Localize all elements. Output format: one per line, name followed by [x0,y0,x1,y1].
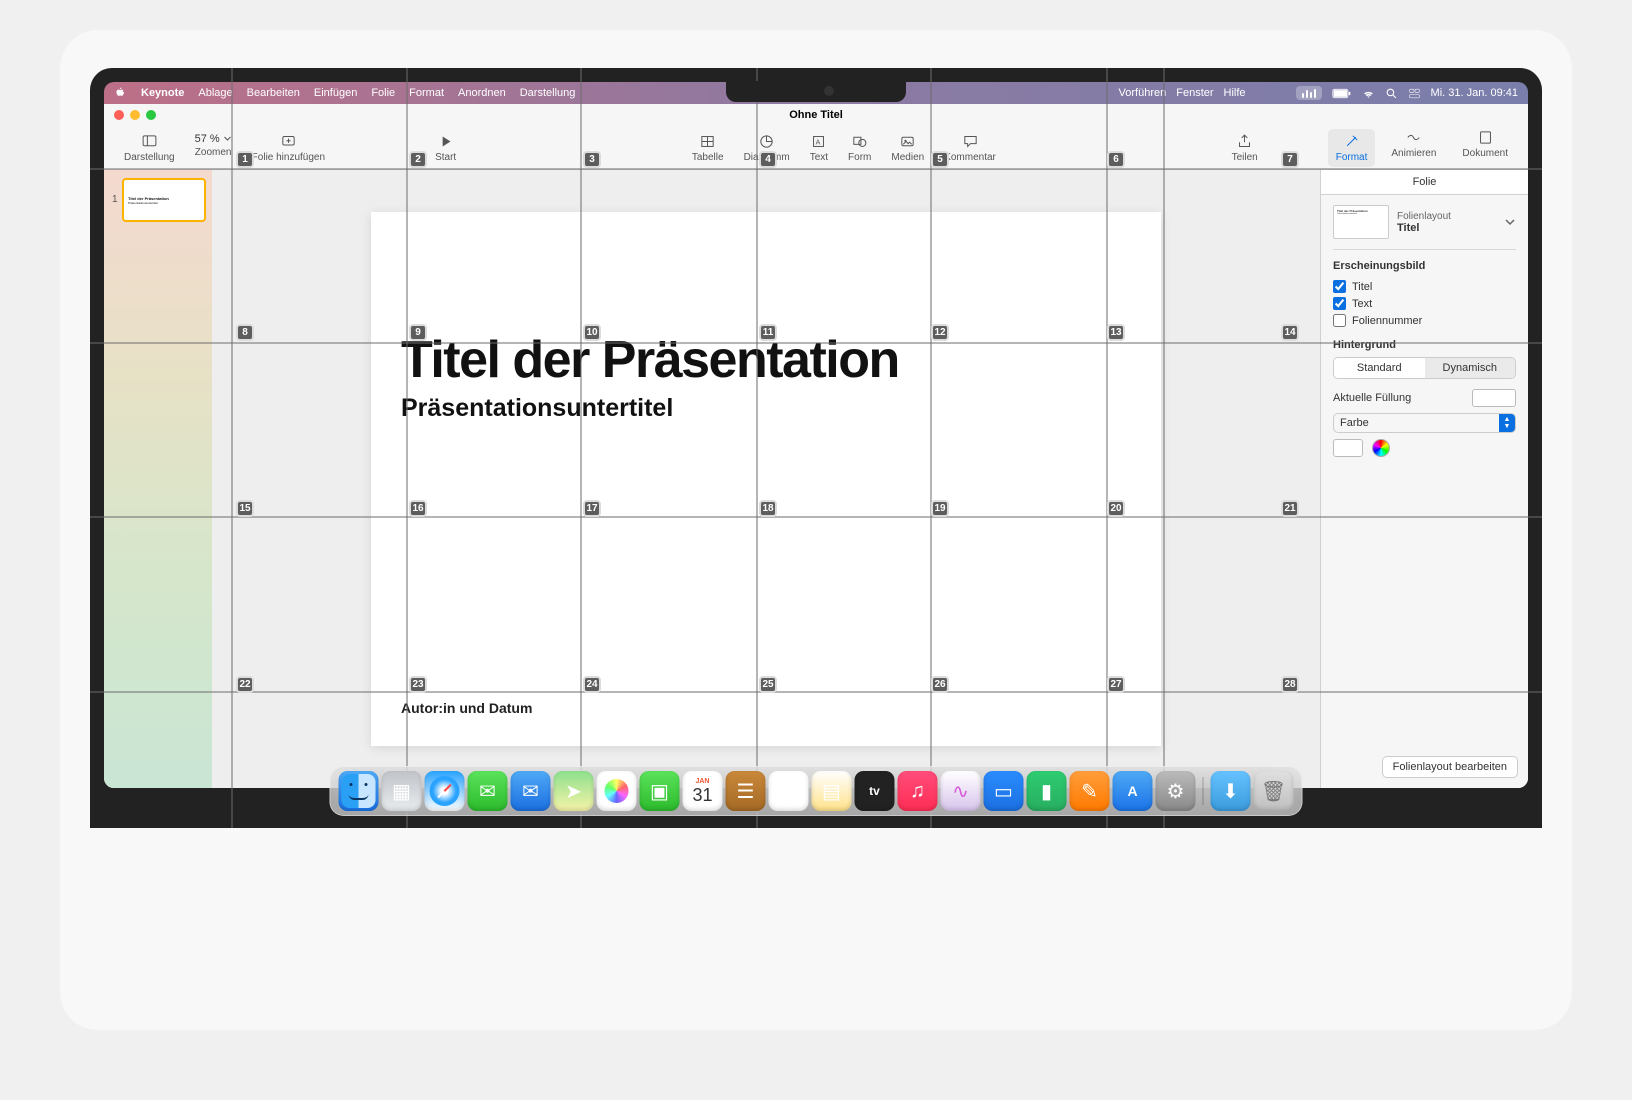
menubar-datetime[interactable]: Mi. 31. Jan. 09:41 [1431,87,1518,99]
dock-tv[interactable]: tv [855,771,895,811]
chevron-down-icon [1504,216,1516,228]
slide-subtitle[interactable]: Präsentationsuntertitel [401,394,1131,423]
dock-appstore[interactable]: A [1113,771,1153,811]
spotlight-icon[interactable] [1385,87,1398,100]
dock-freeform[interactable]: ∿ [941,771,981,811]
layout-label: Folienlayout [1397,211,1496,222]
document-tab[interactable]: Dokument [1452,129,1518,167]
dock-pages[interactable]: ✎ [1070,771,1110,811]
notch [726,81,906,102]
laptop-bezel: Keynote Ablage Bearbeiten Einfügen Folie… [90,68,1542,828]
dock-keynote[interactable]: ▭ [984,771,1024,811]
svg-text:A: A [816,138,821,146]
dock-music[interactable]: ♫ [898,771,938,811]
appearance-header: Erscheinungsbild [1333,260,1516,272]
dock-maps[interactable]: ➤ [554,771,594,811]
color-well[interactable] [1333,439,1363,457]
menubar-app-name[interactable]: Keynote [141,87,184,99]
now-playing-icon[interactable] [1296,86,1322,100]
layout-value: Titel [1397,222,1496,234]
checkbox-slidenumber[interactable]: Foliennummer [1333,312,1516,329]
background-segment[interactable]: Standard Dynamisch [1333,357,1516,379]
fill-type-dropdown[interactable]: Farbe ▲▼ [1333,413,1516,433]
menubar-item[interactable]: Folie [371,87,395,99]
dock: ▦✉✉➤▣JAN31☰☑▤tv♫∿▭▮✎A⚙⬇🗑 [330,766,1303,816]
layout-thumbnail: Titel der PräsentationPräsentationsunter… [1333,205,1389,239]
wifi-icon[interactable] [1362,87,1375,100]
window-body: 1 Titel der Präsentation Präsentationsun… [104,170,1528,788]
menubar-item[interactable]: Fenster [1176,87,1213,99]
comment-button[interactable]: Kommentar [934,133,1006,163]
color-picker-icon[interactable] [1372,439,1390,457]
dock-facetime[interactable]: ▣ [640,771,680,811]
minimize-icon[interactable] [130,110,140,120]
control-center-icon[interactable] [1408,87,1421,100]
zoom-dropdown[interactable]: 57 %Zoomen [185,133,242,163]
dock-mail[interactable]: ✉ [511,771,551,811]
format-tab[interactable]: Format [1328,129,1376,167]
dock-settings[interactable]: ⚙ [1156,771,1196,811]
menubar-item[interactable]: Bearbeiten [247,87,300,99]
chart-button[interactable]: Diagramm [734,133,800,163]
menubar-item[interactable]: Format [409,87,444,99]
close-icon[interactable] [114,110,124,120]
slide-thumbnail[interactable]: 1 Titel der Präsentation Präsentationsun… [122,178,206,222]
checkbox-title[interactable]: Titel [1333,278,1516,295]
inspector-tab-slide[interactable]: Folie [1321,170,1528,195]
menubar-item[interactable]: Vorführen [1119,87,1167,99]
zoom-icon[interactable] [146,110,156,120]
dock-contacts[interactable]: ☰ [726,771,766,811]
dock-finder[interactable] [339,771,379,811]
menubar-item[interactable]: Ablage [198,87,232,99]
edit-layout-button[interactable]: Folienlayout bearbeiten [1382,756,1518,778]
background-header: Hintergrund [1333,339,1516,351]
traffic-lights[interactable] [114,110,156,120]
toolbar: Darstellung 57 %Zoomen Folie hinzufügen … [104,126,1528,170]
dock-notes[interactable]: ▤ [812,771,852,811]
segment-standard[interactable]: Standard [1334,358,1425,378]
menubar-item[interactable]: Einfügen [314,87,357,99]
media-button[interactable]: Medien [881,133,934,163]
dock-container: ▦✉✉➤▣JAN31☰☑▤tv♫∿▭▮✎A⚙⬇🗑 [330,766,1303,816]
slide[interactable]: Titel der Präsentation Präsentationsunte… [371,212,1161,746]
share-button[interactable]: Teilen [1222,133,1268,163]
view-button[interactable]: Darstellung [114,133,185,163]
current-fill-swatch[interactable] [1472,389,1516,407]
segment-dynamic[interactable]: Dynamisch [1425,358,1516,378]
slide-author[interactable]: Autor:in und Datum [401,700,1131,716]
window-title: Ohne Titel [789,109,843,121]
slide-title[interactable]: Titel der Präsentation [401,330,1131,390]
slide-canvas[interactable]: Titel der Präsentation Präsentationsunte… [212,170,1320,788]
dock-messages[interactable]: ✉ [468,771,508,811]
dock-trash[interactable]: 🗑 [1254,771,1294,811]
battery-icon[interactable] [1332,87,1352,100]
menubar-item[interactable]: Anordnen [458,87,506,99]
format-inspector: Folie Titel der PräsentationPräsentation… [1320,170,1528,788]
dock-downloads[interactable]: ⬇ [1211,771,1251,811]
keynote-window: Ohne Titel Darstellung 57 %Zoomen Folie … [104,104,1528,788]
apple-menu-icon[interactable] [114,85,127,101]
slide-layout-selector[interactable]: Titel der PräsentationPräsentationsunter… [1333,205,1516,250]
text-button[interactable]: AText [800,133,838,163]
table-button[interactable]: Tabelle [682,133,734,163]
animate-tab[interactable]: Animieren [1381,129,1446,167]
dock-reminders[interactable]: ☑ [769,771,809,811]
dock-launchpad[interactable]: ▦ [382,771,422,811]
stepper-icon: ▲▼ [1499,414,1515,432]
shape-button[interactable]: Form [838,133,881,163]
window-titlebar: Ohne Titel [104,104,1528,126]
dock-numbers[interactable]: ▮ [1027,771,1067,811]
slide-number: 1 [112,194,118,205]
menubar-item[interactable]: Darstellung [520,87,576,99]
slide-navigator[interactable]: 1 Titel der Präsentation Präsentationsun… [104,170,212,788]
dock-photos[interactable] [597,771,637,811]
checkbox-text[interactable]: Text [1333,295,1516,312]
page-frame: Keynote Ablage Bearbeiten Einfügen Folie… [60,30,1572,1030]
dock-calendar[interactable]: JAN31 [683,771,723,811]
add-slide-button[interactable]: Folie hinzufügen [242,133,335,163]
dock-safari[interactable] [425,771,465,811]
current-fill-label: Aktuelle Füllung [1333,392,1411,404]
menubar-item[interactable]: Hilfe [1224,87,1246,99]
play-button[interactable]: Start [425,133,466,163]
